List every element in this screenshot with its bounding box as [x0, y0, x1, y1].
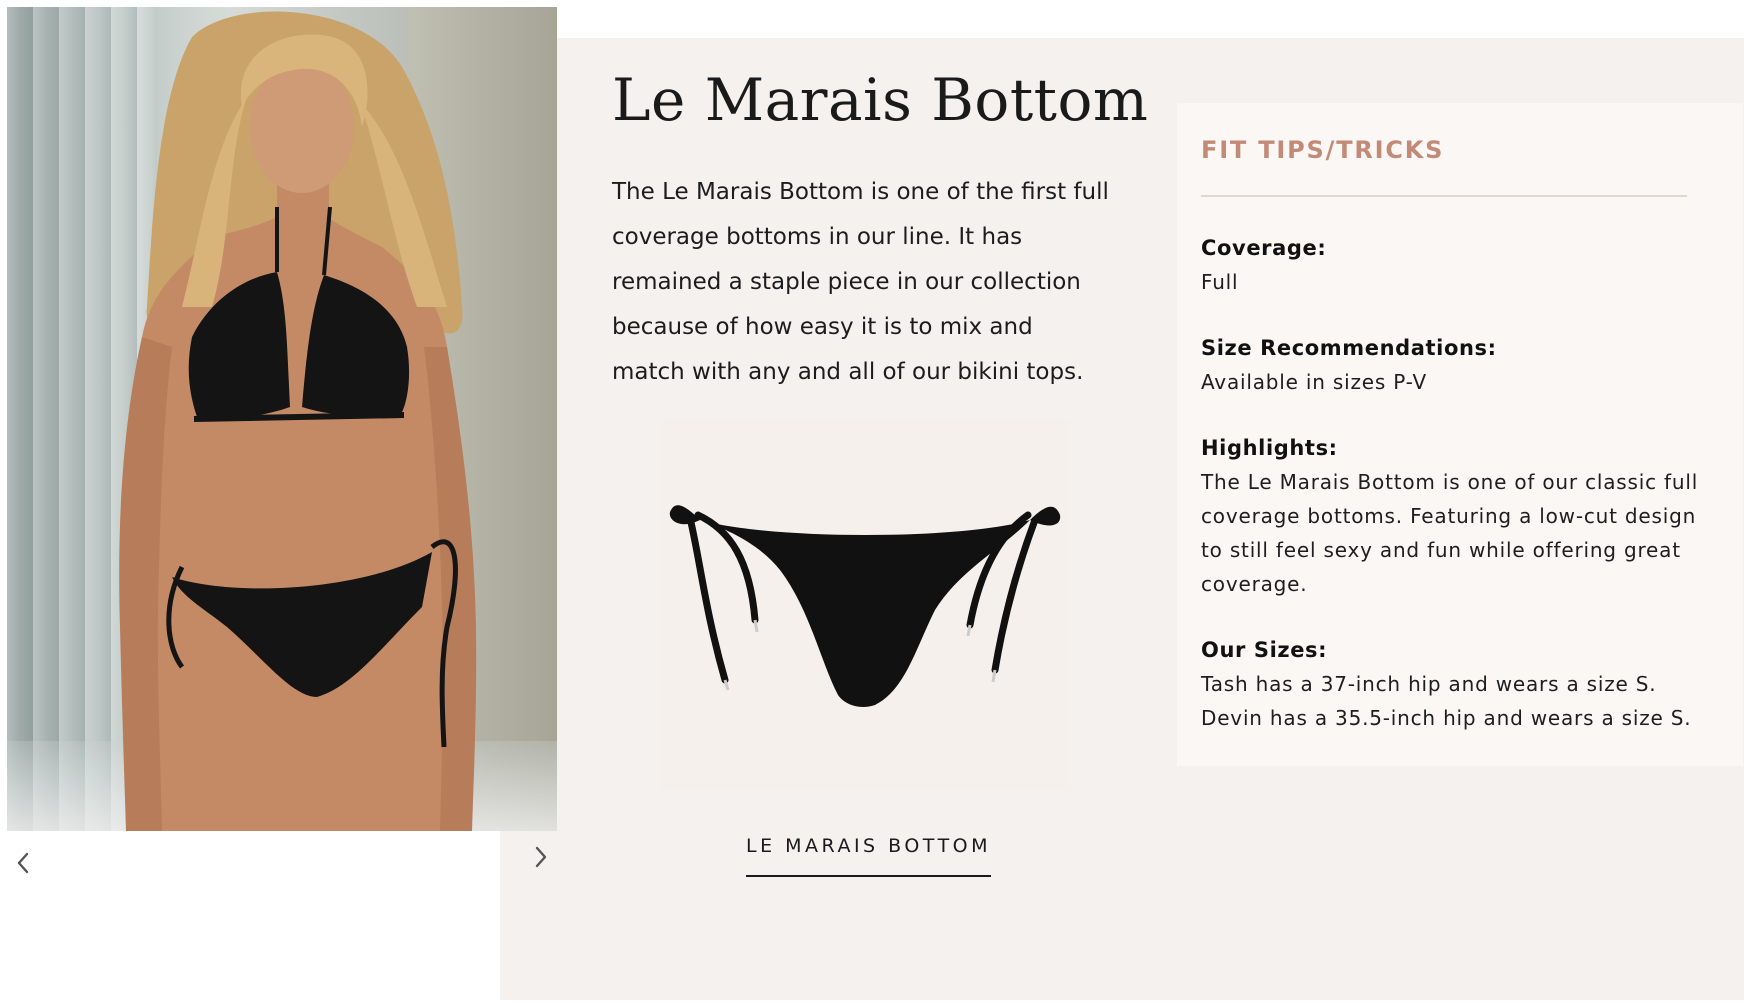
product-title: Le Marais Bottom: [612, 66, 1149, 134]
our-sizes-line-tash: Tash has a 37-inch hip and wears a size …: [1201, 672, 1657, 696]
size-recommendations-section: Size Recommendations: Available in sizes…: [1201, 331, 1701, 399]
highlights-label: Highlights:: [1201, 436, 1338, 460]
gallery-prev-button[interactable]: [10, 850, 36, 876]
our-sizes-label: Our Sizes:: [1201, 638, 1328, 662]
coverage-label: Coverage:: [1201, 236, 1327, 260]
product-photo: [7, 7, 557, 831]
size-recommendations-value: Available in sizes P-V: [1201, 370, 1427, 394]
highlights-section: Highlights: The Le Marais Bottom is one …: [1201, 431, 1701, 601]
coverage-value: Full: [1201, 270, 1239, 294]
coverage-section: Coverage: Full: [1201, 231, 1701, 299]
chevron-left-icon: [17, 852, 29, 874]
our-sizes-line-devin: Devin has a 35.5-inch hip and wears a si…: [1201, 706, 1692, 730]
product-link-le-marais-bottom[interactable]: LE MARAIS BOTTOM: [746, 835, 992, 877]
gallery-next-button[interactable]: [528, 844, 554, 870]
size-recommendations-label: Size Recommendations:: [1201, 336, 1497, 360]
chevron-right-icon: [535, 846, 547, 868]
product-flatlay-image[interactable]: [660, 420, 1070, 790]
fit-tips-card: FIT TIPS/TRICKS Coverage: Full Size Reco…: [1177, 103, 1743, 766]
fit-tips-divider: [1201, 195, 1687, 197]
fit-tips-heading: FIT TIPS/TRICKS: [1201, 136, 1445, 164]
highlights-value: The Le Marais Bottom is one of our class…: [1201, 470, 1699, 596]
model-figure: [119, 11, 477, 831]
our-sizes-section: Our Sizes: Tash has a 37-inch hip and we…: [1201, 633, 1701, 735]
bikini-bottom-illustration: [669, 505, 1061, 707]
product-description: The Le Marais Bottom is one of the first…: [612, 179, 1109, 385]
